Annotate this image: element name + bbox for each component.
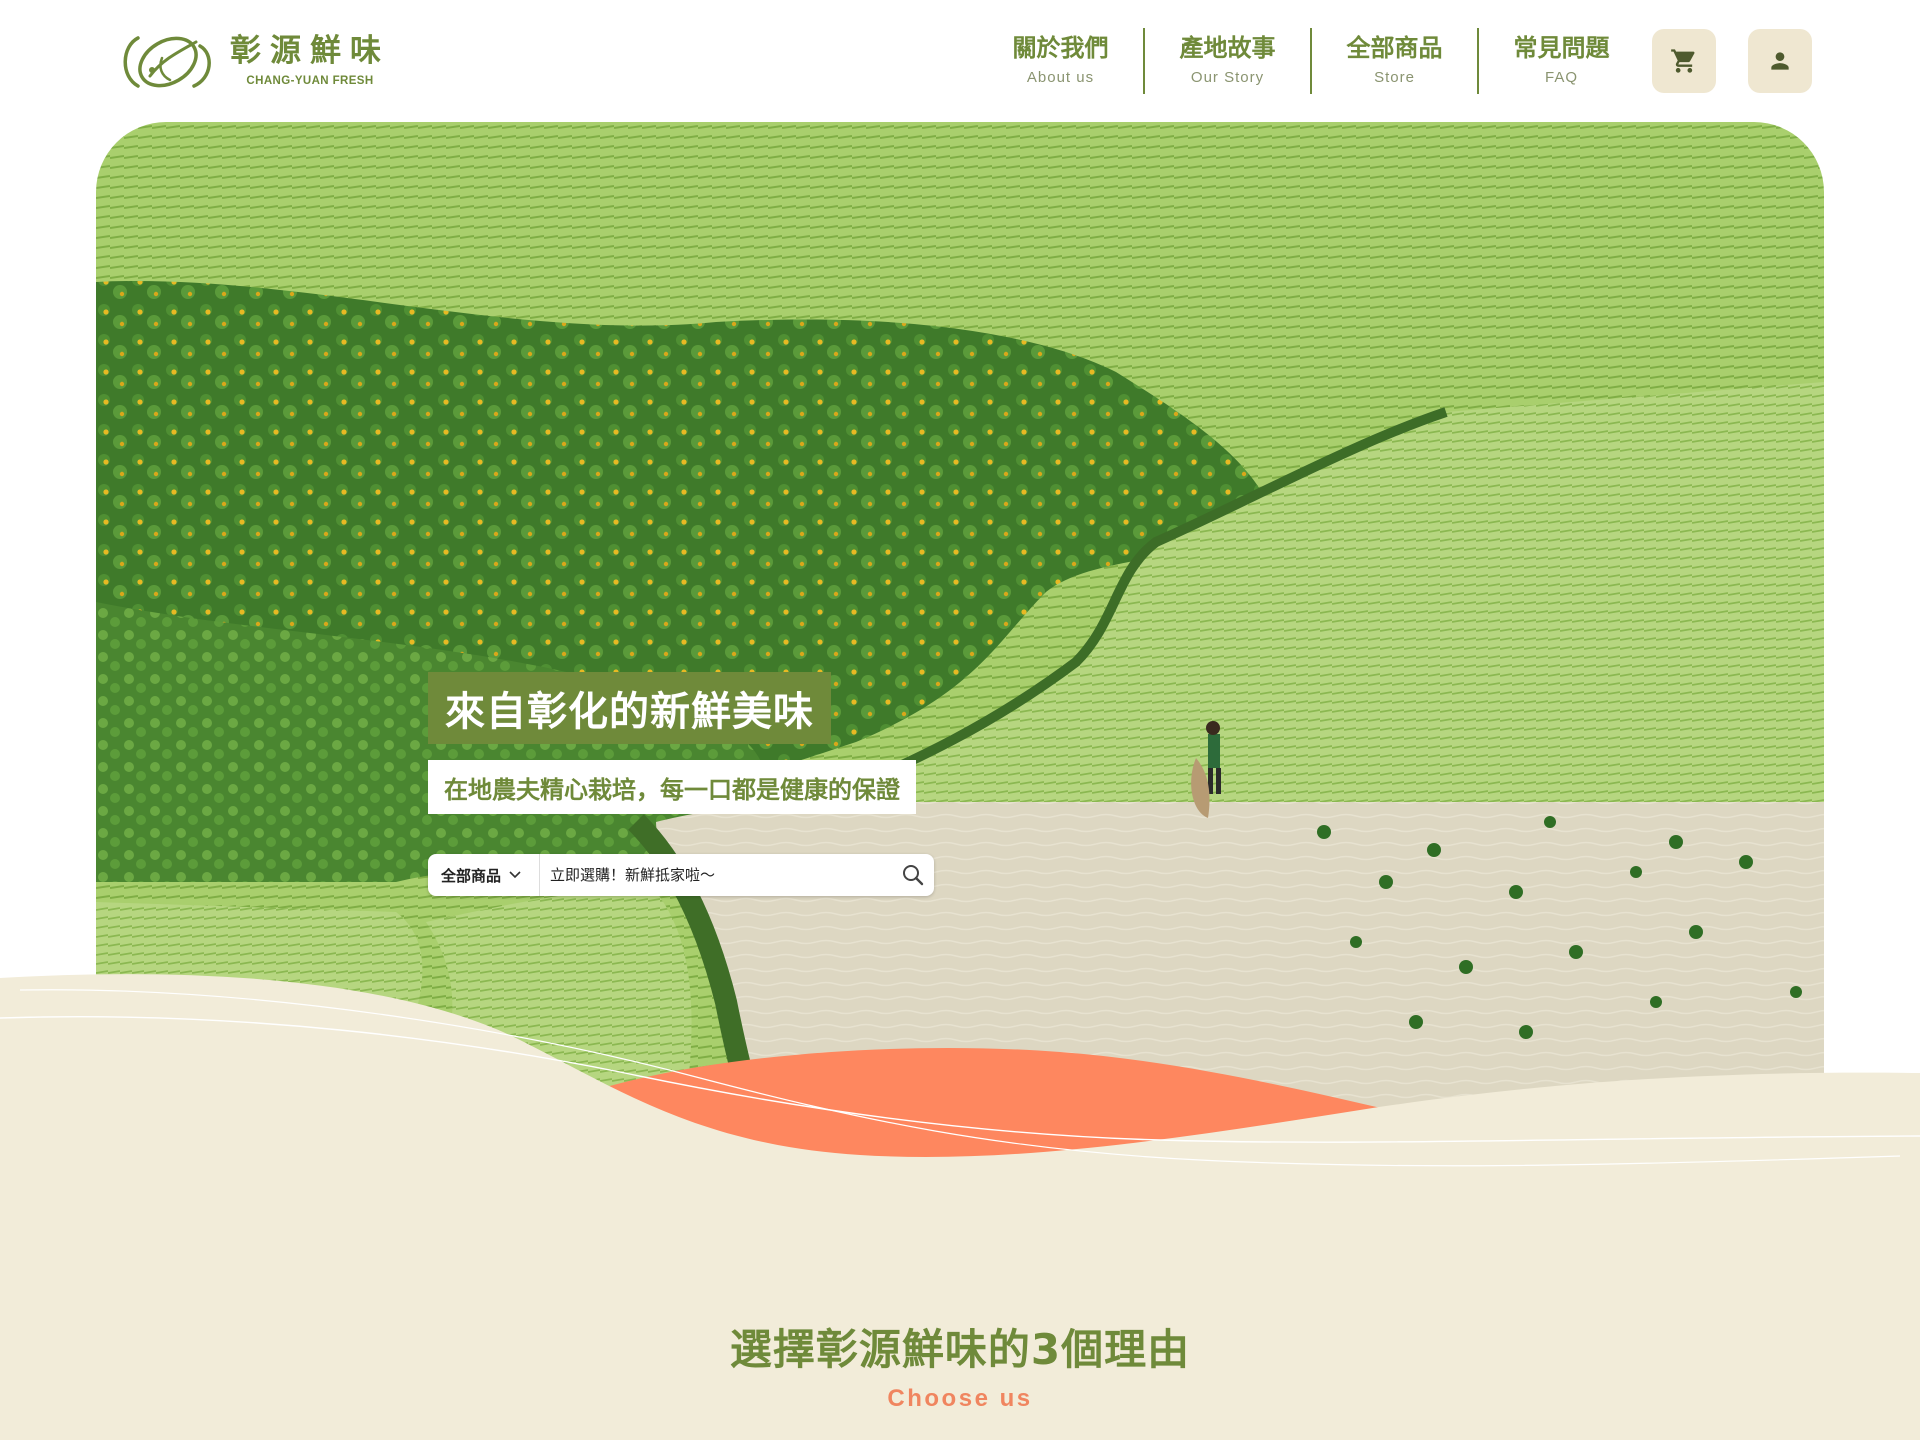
- brand-name-zh: 彰源鮮味: [230, 32, 390, 69]
- brand-name-en: CHANG-YUAN FRESH: [246, 74, 374, 87]
- brand-wordmark: 彰源鮮味 CHANG-YUAN FRESH: [230, 32, 390, 87]
- hero-title-text: 來自彰化的新鮮美味: [445, 689, 814, 735]
- category-select[interactable]: 全部商品: [428, 854, 540, 896]
- search-input[interactable]: [540, 855, 892, 895]
- nav-label-en: Store: [1374, 69, 1415, 86]
- nav-item-about[interactable]: 關於我們 About us: [978, 28, 1143, 94]
- nav-label-zh: 常見問題: [1513, 34, 1610, 62]
- cart-button[interactable]: [1652, 29, 1716, 93]
- hero-subtitle-text: 在地農夫精心栽培，每一口都是健康的保證: [444, 775, 900, 804]
- section-title: 選擇彰源鮮味的3個理由: [729, 1325, 1191, 1374]
- decorative-waves: [0, 974, 1920, 1200]
- nav-label-en: FAQ: [1544, 69, 1578, 86]
- nav-item-store[interactable]: 全部商品 Store: [1312, 28, 1477, 94]
- hero-title: 來自彰化的新鮮美味: [428, 672, 831, 744]
- site-header: 彰源鮮味 CHANG-YUAN FRESH 關於我們 About us 產地故事…: [0, 0, 1920, 122]
- hero-subtitle: 在地農夫精心栽培，每一口都是健康的保證: [428, 760, 916, 814]
- chevron-down-icon: [509, 871, 521, 879]
- brand-logo[interactable]: 彰源鮮味 CHANG-YUAN FRESH: [116, 30, 390, 92]
- nav-item-faq[interactable]: 常見問題 FAQ: [1479, 28, 1644, 94]
- category-select-value: 全部商品: [441, 866, 502, 885]
- nav-label-en: Our Story: [1190, 69, 1265, 86]
- nav-item-story[interactable]: 產地故事 Our Story: [1145, 28, 1310, 94]
- nav-label-en: About us: [1026, 69, 1095, 86]
- leaf-logo-icon: [123, 36, 211, 88]
- search-icon: [903, 865, 924, 886]
- nav-label-zh: 全部商品: [1346, 34, 1443, 62]
- user-icon: [1771, 52, 1789, 70]
- product-search-bar: 全部商品: [428, 854, 934, 896]
- nav-label-zh: 關於我們: [1012, 34, 1109, 62]
- section-subtitle: Choose us: [887, 1385, 1033, 1412]
- account-button[interactable]: [1748, 29, 1812, 93]
- search-button[interactable]: [892, 854, 934, 896]
- nav-label-zh: 產地故事: [1179, 34, 1276, 62]
- main-nav: 關於我們 About us 產地故事 Our Story 全部商品 Store …: [978, 28, 1644, 94]
- cart-icon: [1671, 49, 1695, 73]
